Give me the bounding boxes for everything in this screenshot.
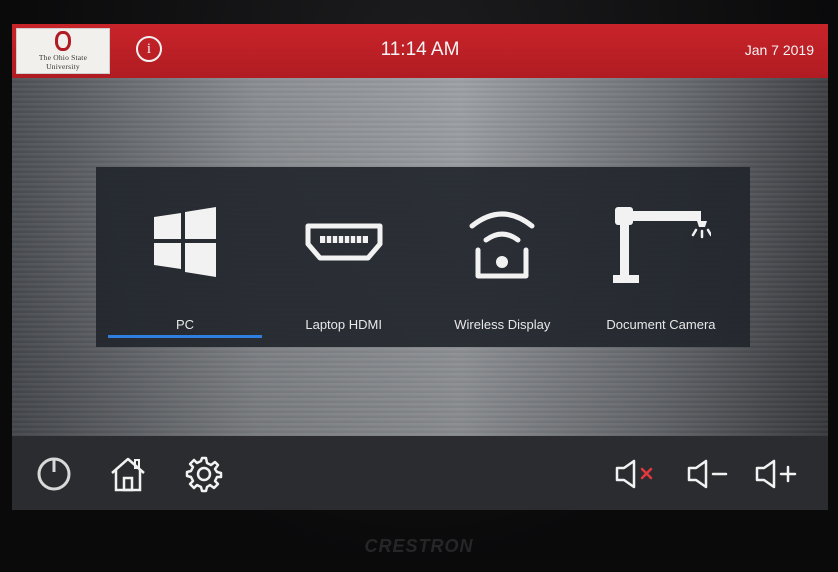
touch-screen: The Ohio State University i 11:14 AM Jan… xyxy=(12,24,828,510)
volume-up-icon xyxy=(755,459,797,489)
source-pc-button[interactable]: PC xyxy=(106,167,264,347)
bottom-control-bar xyxy=(12,436,828,510)
source-wireless-display-label: Wireless Display xyxy=(454,317,551,332)
source-document-camera-button[interactable]: Document Camera xyxy=(582,167,740,347)
source-document-camera-label: Document Camera xyxy=(606,317,716,332)
source-laptop-hdmi-label: Laptop HDMI xyxy=(305,317,382,332)
header-bar: The Ohio State University i 11:14 AM Jan… xyxy=(12,24,828,78)
home-icon xyxy=(111,457,145,492)
home-button[interactable] xyxy=(108,454,148,494)
windows-icon xyxy=(125,197,245,287)
document-camera-icon xyxy=(601,197,721,287)
clock-date: Jan 7 2019 xyxy=(744,42,814,58)
selected-indicator xyxy=(108,335,262,338)
power-icon xyxy=(37,457,71,491)
source-selection-panel: PC Laptop HDMI Wireless Display Document… xyxy=(96,167,750,347)
wireless-display-icon xyxy=(442,197,562,287)
source-wireless-display-button[interactable]: Wireless Display xyxy=(423,167,581,347)
crestron-brand-label: CRESTRON xyxy=(364,536,474,556)
power-button[interactable] xyxy=(34,454,74,494)
settings-icon xyxy=(185,456,223,493)
settings-button[interactable] xyxy=(184,454,224,494)
source-laptop-hdmi-button[interactable]: Laptop HDMI xyxy=(265,167,423,347)
volume-down-icon xyxy=(687,459,728,489)
volume-down-button[interactable] xyxy=(684,454,734,494)
clock-time: 11:14 AM xyxy=(380,39,460,60)
volume-up-button[interactable] xyxy=(752,454,802,494)
hdmi-icon xyxy=(284,197,404,287)
volume-mute-icon xyxy=(615,459,653,489)
source-pc-label: PC xyxy=(175,317,195,332)
volume-mute-button[interactable] xyxy=(612,454,662,494)
